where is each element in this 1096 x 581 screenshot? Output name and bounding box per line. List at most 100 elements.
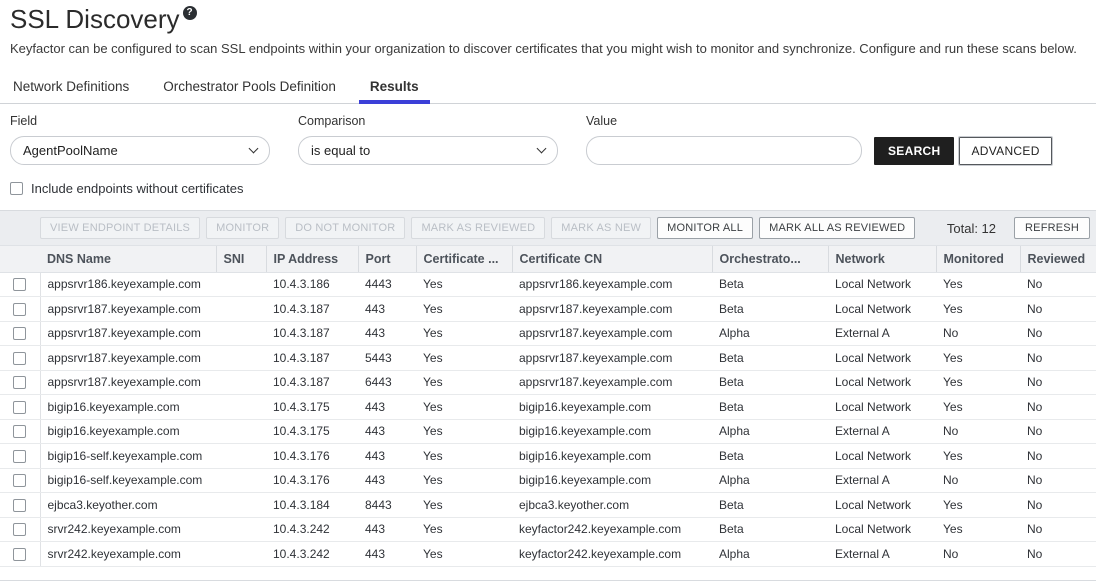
- value-input[interactable]: [586, 136, 862, 165]
- cell-monitored: Yes: [936, 346, 1020, 371]
- header-dns-name[interactable]: DNS Name: [40, 246, 216, 272]
- row-checkbox[interactable]: [13, 474, 26, 487]
- header-certificate-cn[interactable]: Certificate CN: [512, 246, 712, 272]
- comparison-select[interactable]: is equal to: [298, 136, 558, 165]
- cell-orchestrator-pool: Beta: [712, 272, 828, 297]
- cell-reviewed: No: [1020, 419, 1096, 444]
- row-checkbox[interactable]: [13, 425, 26, 438]
- cell-monitored: Yes: [936, 395, 1020, 420]
- cell-certificate-cn: bigip16.keyexample.com: [512, 444, 712, 469]
- tab-orchestrator-pools-definition[interactable]: Orchestrator Pools Definition: [152, 73, 347, 103]
- header-certificate-found[interactable]: Certificate ...: [416, 246, 512, 272]
- cell-port: 443: [358, 419, 416, 444]
- row-checkbox[interactable]: [13, 376, 26, 389]
- table-row[interactable]: appsrvr187.keyexample.com10.4.3.187443Ye…: [0, 321, 1096, 346]
- row-checkbox-cell: [0, 444, 40, 469]
- table-row[interactable]: bigip16-self.keyexample.com10.4.3.176443…: [0, 468, 1096, 493]
- table-row[interactable]: bigip16.keyexample.com10.4.3.175443Yesbi…: [0, 395, 1096, 420]
- page-title: SSL Discovery: [10, 4, 180, 35]
- field-select[interactable]: AgentPoolName: [10, 136, 270, 165]
- monitor-button[interactable]: MONITOR: [206, 217, 279, 239]
- mark-as-reviewed-button[interactable]: MARK AS REVIEWED: [411, 217, 545, 239]
- cell-ip-address: 10.4.3.176: [266, 444, 358, 469]
- cell-certificate-found: Yes: [416, 517, 512, 542]
- cell-ip-address: 10.4.3.175: [266, 419, 358, 444]
- cell-certificate-cn: appsrvr187.keyexample.com: [512, 297, 712, 322]
- total-count: Total: 12: [947, 221, 996, 236]
- header-port[interactable]: Port: [358, 246, 416, 272]
- table-row[interactable]: srvr242.keyexample.com10.4.3.242443Yeske…: [0, 542, 1096, 567]
- cell-orchestrator-pool: Beta: [712, 346, 828, 371]
- row-checkbox[interactable]: [13, 327, 26, 340]
- cell-network: Local Network: [828, 395, 936, 420]
- cell-orchestrator-pool: Beta: [712, 493, 828, 518]
- mark-all-as-reviewed-button[interactable]: MARK ALL AS REVIEWED: [759, 217, 915, 239]
- cell-certificate-found: Yes: [416, 444, 512, 469]
- help-icon[interactable]: ?: [183, 6, 197, 20]
- advanced-button[interactable]: ADVANCED: [959, 137, 1051, 165]
- field-label: Field: [10, 114, 270, 128]
- mark-as-new-button[interactable]: MARK AS NEW: [551, 217, 651, 239]
- tab-network-definitions[interactable]: Network Definitions: [2, 73, 140, 103]
- row-checkbox-cell: [0, 419, 40, 444]
- row-checkbox[interactable]: [13, 548, 26, 561]
- row-checkbox[interactable]: [13, 303, 26, 316]
- include-endpoints-checkbox[interactable]: [10, 182, 23, 195]
- header-checkbox-column: [0, 246, 40, 272]
- table-row[interactable]: bigip16-self.keyexample.com10.4.3.176443…: [0, 444, 1096, 469]
- refresh-button[interactable]: REFRESH: [1014, 217, 1090, 239]
- row-checkbox[interactable]: [13, 352, 26, 365]
- row-checkbox[interactable]: [13, 450, 26, 463]
- cell-reviewed: No: [1020, 468, 1096, 493]
- view-endpoint-details-button[interactable]: VIEW ENDPOINT DETAILS: [40, 217, 200, 239]
- header-monitored[interactable]: Monitored: [936, 246, 1020, 272]
- table-row[interactable]: appsrvr187.keyexample.com10.4.3.187443Ye…: [0, 297, 1096, 322]
- cell-dns-name: srvr242.keyexample.com: [40, 517, 216, 542]
- table-row[interactable]: ejbca3.keyother.com10.4.3.1848443Yesejbc…: [0, 493, 1096, 518]
- cell-certificate-found: Yes: [416, 542, 512, 567]
- row-checkbox[interactable]: [13, 499, 26, 512]
- cell-dns-name: appsrvr187.keyexample.com: [40, 346, 216, 371]
- header-sni[interactable]: SNI: [216, 246, 266, 272]
- cell-monitored: No: [936, 321, 1020, 346]
- cell-dns-name: bigip16-self.keyexample.com: [40, 468, 216, 493]
- cell-certificate-found: Yes: [416, 321, 512, 346]
- monitor-all-button[interactable]: MONITOR ALL: [657, 217, 753, 239]
- cell-sni: [216, 468, 266, 493]
- table-row[interactable]: bigip16.keyexample.com10.4.3.175443Yesbi…: [0, 419, 1096, 444]
- search-button[interactable]: SEARCH: [874, 137, 954, 165]
- cell-network: Local Network: [828, 444, 936, 469]
- row-checkbox[interactable]: [13, 278, 26, 291]
- header-orchestrator-pool[interactable]: Orchestrato...: [712, 246, 828, 272]
- cell-dns-name: appsrvr187.keyexample.com: [40, 297, 216, 322]
- tab-results[interactable]: Results: [359, 73, 430, 103]
- cell-network: External A: [828, 468, 936, 493]
- cell-monitored: No: [936, 419, 1020, 444]
- row-checkbox[interactable]: [13, 523, 26, 536]
- chevron-down-icon: [537, 144, 547, 154]
- cell-reviewed: No: [1020, 493, 1096, 518]
- table-row[interactable]: srvr242.keyexample.com10.4.3.242443Yeske…: [0, 517, 1096, 542]
- header-ip-address[interactable]: IP Address: [266, 246, 358, 272]
- cell-ip-address: 10.4.3.242: [266, 542, 358, 567]
- cell-network: External A: [828, 542, 936, 567]
- cell-certificate-cn: appsrvr187.keyexample.com: [512, 370, 712, 395]
- do-not-monitor-button[interactable]: DO NOT MONITOR: [285, 217, 405, 239]
- cell-monitored: Yes: [936, 297, 1020, 322]
- cell-port: 6443: [358, 370, 416, 395]
- table-row[interactable]: appsrvr187.keyexample.com10.4.3.1876443Y…: [0, 370, 1096, 395]
- row-checkbox-cell: [0, 321, 40, 346]
- table-row[interactable]: appsrvr187.keyexample.com10.4.3.1875443Y…: [0, 346, 1096, 371]
- cell-network: Local Network: [828, 272, 936, 297]
- row-checkbox-cell: [0, 517, 40, 542]
- cell-port: 443: [358, 321, 416, 346]
- row-checkbox[interactable]: [13, 401, 26, 414]
- cell-certificate-cn: appsrvr187.keyexample.com: [512, 321, 712, 346]
- cell-sni: [216, 297, 266, 322]
- header-network[interactable]: Network: [828, 246, 936, 272]
- table-row[interactable]: appsrvr186.keyexample.com10.4.3.1864443Y…: [0, 272, 1096, 297]
- cell-dns-name: srvr242.keyexample.com: [40, 542, 216, 567]
- grid-footer: [0, 567, 1096, 580]
- comparison-label: Comparison: [298, 114, 558, 128]
- header-reviewed[interactable]: Reviewed: [1020, 246, 1096, 272]
